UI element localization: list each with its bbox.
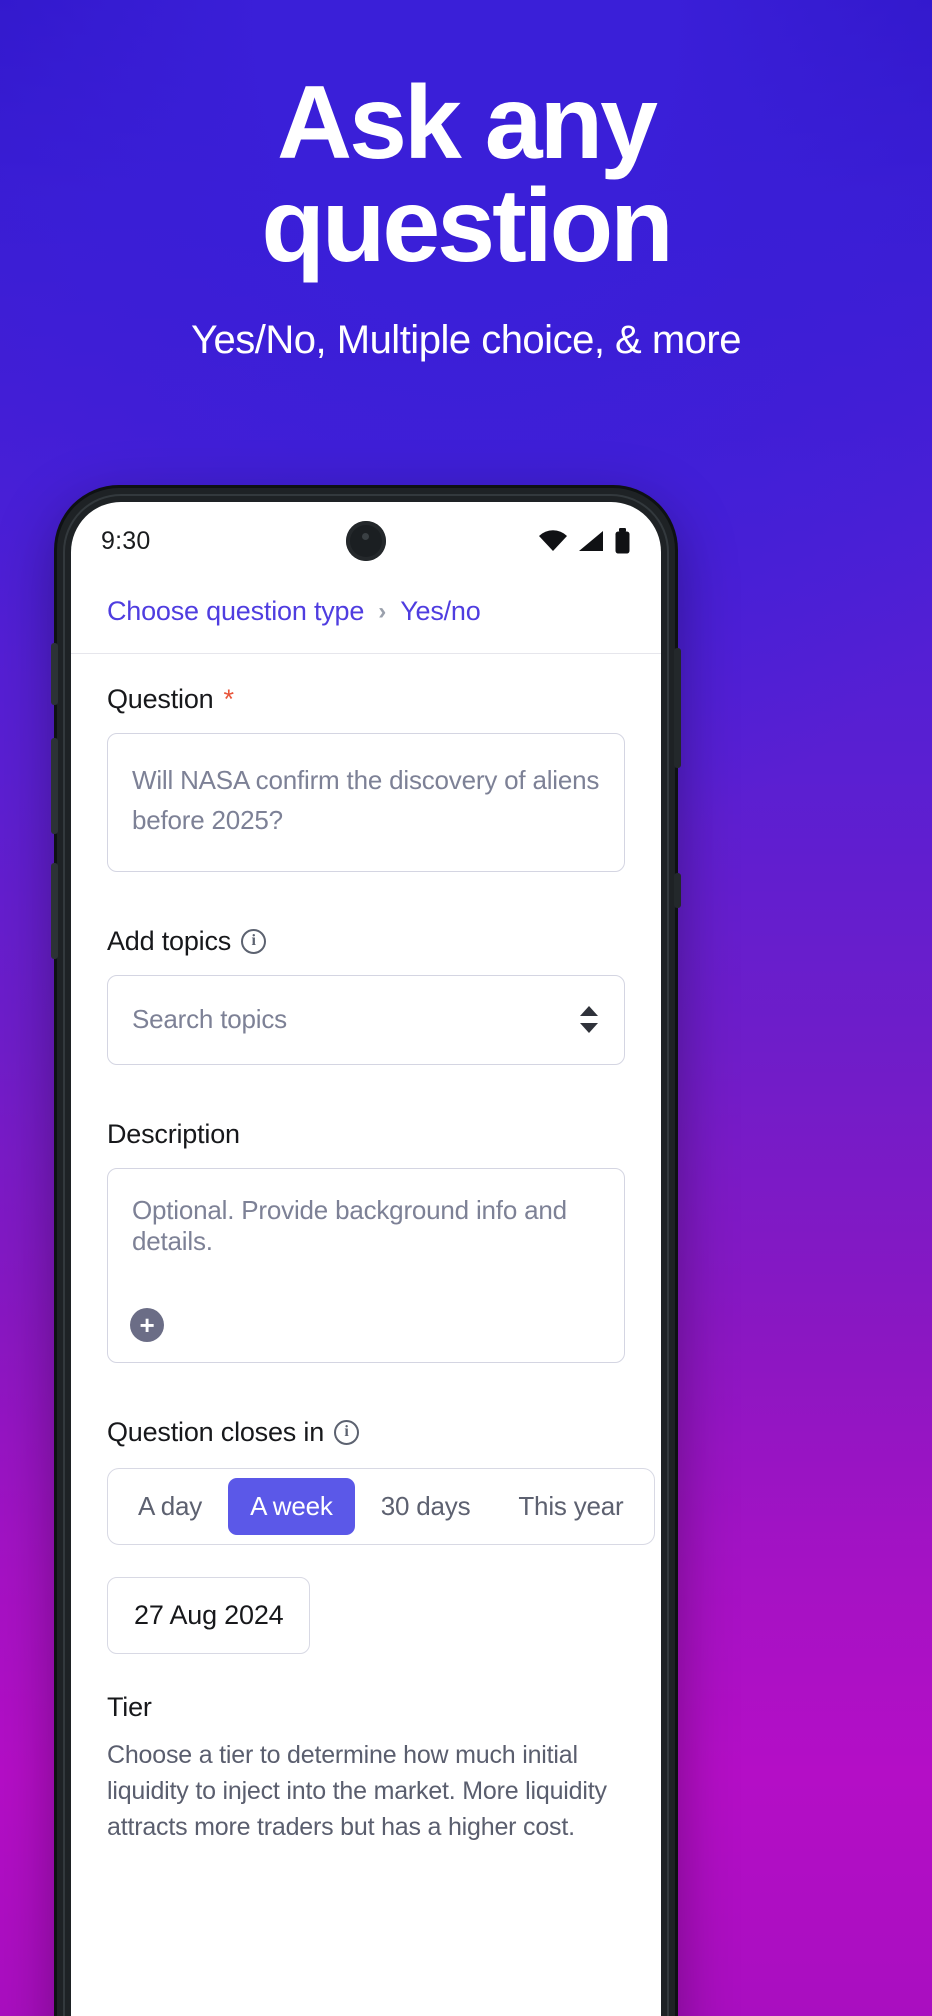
phone-screen: 9:30 Choose question type › Yes/no Quest… <box>71 502 661 2016</box>
phone-power-button <box>674 648 681 768</box>
add-topics-label: Add topics i <box>107 926 625 957</box>
add-topics-label-text: Add topics <box>107 925 232 956</box>
phone-mockup: 9:30 Choose question type › Yes/no Quest… <box>51 488 681 2016</box>
phone-volume-down-button <box>51 863 58 959</box>
closes-in-option-a-week[interactable]: A week <box>228 1477 355 1535</box>
hero-section: Ask any question Yes/No, Multiple choice… <box>0 0 932 363</box>
cellular-signal-icon <box>579 531 603 551</box>
topics-select[interactable]: Search topics <box>107 974 625 1065</box>
closes-in-option-this-year[interactable]: This year <box>496 1478 645 1535</box>
battery-icon <box>615 528 630 554</box>
closes-in-option-30-days[interactable]: 30 days <box>359 1478 493 1535</box>
closes-in-segmented-control: A day A week 30 days This year <box>107 1467 655 1545</box>
status-icons <box>538 528 631 554</box>
description-placeholder: Optional. Provide background info and de… <box>132 1194 567 1256</box>
topics-search-input[interactable]: Search topics <box>132 1004 578 1035</box>
add-attachment-button[interactable]: + <box>130 1307 164 1342</box>
phone-volume-up-button <box>51 738 58 834</box>
question-closes-in-label-text: Question closes in <box>107 1416 325 1447</box>
info-icon[interactable]: i <box>241 928 267 954</box>
question-label: Question * <box>107 684 625 715</box>
question-closes-in-label: Question closes in i <box>107 1417 625 1448</box>
hero-title-line-2: question <box>261 167 673 284</box>
hero-title: Ask any question <box>0 71 932 284</box>
description-label: Description <box>107 1119 625 1150</box>
hero-title-line-1: Ask any <box>277 65 658 181</box>
required-asterisk: * <box>223 684 234 714</box>
breadcrumb-item-yes-no[interactable]: Yes/no <box>400 596 481 627</box>
description-textarea[interactable]: Optional. Provide background info and de… <box>107 1167 625 1363</box>
phone-side-button-lower <box>674 873 681 908</box>
breadcrumb-item-question-type[interactable]: Choose question type <box>107 596 364 627</box>
hero-subtitle: Yes/No, Multiple choice, & more <box>191 317 741 362</box>
question-label-text: Question <box>107 684 214 714</box>
wifi-icon <box>539 530 567 551</box>
phone-side-button-top <box>51 643 58 705</box>
chevron-up-down-icon[interactable] <box>578 1000 600 1040</box>
chevron-right-icon: › <box>378 597 387 625</box>
status-time: 9:30 <box>101 526 151 555</box>
status-bar: 9:30 <box>71 502 661 580</box>
close-date-field[interactable]: 27 Aug 2024 <box>107 1576 311 1654</box>
camera-punch-hole <box>346 521 386 561</box>
description-label-text: Description <box>107 1118 240 1149</box>
closes-in-option-a-day[interactable]: A day <box>116 1478 224 1535</box>
promo-screenshot: Ask any question Yes/No, Multiple choice… <box>0 0 932 2016</box>
tier-label: Tier <box>107 1691 152 1722</box>
question-input[interactable]: Will NASA confirm the discovery of alien… <box>107 733 625 872</box>
question-form: Question * Will NASA confirm the discover… <box>71 654 661 1845</box>
tier-description: Choose a tier to determine how much init… <box>107 1740 607 1842</box>
breadcrumb: Choose question type › Yes/no <box>71 580 661 654</box>
info-icon[interactable]: i <box>334 1419 360 1445</box>
